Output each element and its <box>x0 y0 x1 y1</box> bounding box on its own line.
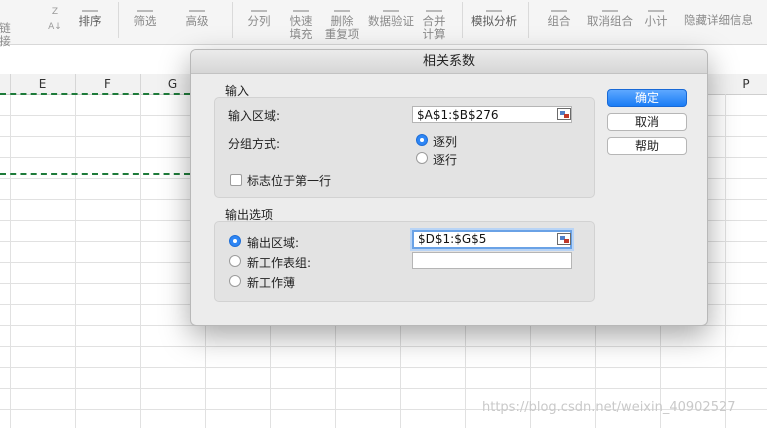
row-gridline <box>0 388 767 389</box>
cancel-button[interactable]: 取消 <box>607 113 687 131</box>
group-icon <box>551 4 567 12</box>
consolidate-button[interactable]: 合并 计算 <box>420 4 448 41</box>
output-range-value: $D$1:$G$5 <box>418 232 487 246</box>
column-gridline <box>725 94 726 428</box>
selection-marquee-top <box>0 93 190 95</box>
consolidate-label: 合并 计算 <box>422 14 446 41</box>
group-label: 组合 <box>547 14 571 28</box>
output-range-field[interactable]: $D$1:$G$5 <box>412 230 572 249</box>
what-if-analysis-button[interactable]: 模拟分析 <box>470 4 518 28</box>
column-header-label: F <box>104 77 111 91</box>
input-range-field[interactable]: $A$1:$B$276 <box>412 106 572 123</box>
subtotal-icon <box>648 4 664 12</box>
output-range-radio[interactable] <box>229 235 241 247</box>
filter-icon <box>137 4 153 12</box>
column-header-label: G <box>167 77 178 91</box>
new-sheet-label[interactable]: 新工作表组: <box>247 254 311 271</box>
by-column-label[interactable]: 逐列 <box>433 133 457 150</box>
range-picker-icon[interactable] <box>557 108 571 120</box>
data-validation-icon <box>383 4 399 12</box>
by-column-radio[interactable] <box>416 134 428 146</box>
data-validation-button[interactable]: 数据验证 <box>366 4 416 28</box>
labels-first-row-label[interactable]: 标志位于第一行 <box>247 172 331 189</box>
column-header-e[interactable]: E <box>10 74 76 94</box>
ribbon-divider <box>462 2 463 38</box>
column-header-p[interactable]: P <box>725 74 767 94</box>
new-workbook-label[interactable]: 新工作薄 <box>247 274 295 291</box>
ribbon-divider <box>118 2 119 38</box>
column-header-label: E <box>38 77 47 91</box>
input-range-label: 输入区域: <box>228 109 281 123</box>
sort-az-icon[interactable]: Z A↓ <box>44 4 66 34</box>
text-to-columns-button[interactable]: 分列 <box>242 4 276 28</box>
column-gridline <box>10 94 11 428</box>
filter-label: 筛选 <box>133 14 157 28</box>
consolidate-icon <box>426 4 442 12</box>
column-gridline <box>140 94 141 428</box>
advanced-filter-button[interactable]: 高级 <box>172 4 222 28</box>
grouping-label: 分组方式: <box>228 137 281 151</box>
column-header-f[interactable]: F <box>75 74 141 94</box>
text-to-columns-icon <box>251 4 267 12</box>
group-button[interactable]: 组合 <box>542 4 576 28</box>
ungroup-icon <box>602 4 618 12</box>
by-row-radio[interactable] <box>416 152 428 164</box>
ribbon-toolbar: 链接 Z A↓ 排序 筛选 高级 分列 快速 填充 删除 重复项 数据验证 合并 … <box>0 0 767 48</box>
input-range-value: $A$1:$B$276 <box>417 108 499 122</box>
ribbon-divider <box>232 2 233 38</box>
ok-button[interactable]: 确定 <box>607 89 687 107</box>
row-gridline <box>0 367 767 368</box>
advanced-filter-icon <box>189 4 205 12</box>
remove-duplicates-button[interactable]: 删除 重复项 <box>322 4 362 41</box>
advanced-filter-label: 高级 <box>185 14 209 28</box>
column-gridline <box>75 94 76 428</box>
subtotal-label: 小计 <box>644 14 668 28</box>
output-range-label[interactable]: 输出区域: <box>247 234 299 251</box>
column-header-label: P <box>742 77 750 91</box>
text-to-columns-label: 分列 <box>247 14 271 28</box>
new-sheet-field[interactable] <box>412 252 572 269</box>
flash-fill-label: 快速 填充 <box>289 14 313 41</box>
sort-icon <box>82 4 98 12</box>
flash-fill-button[interactable]: 快速 填充 <box>284 4 318 41</box>
correlation-dialog: 相关系数 输入 输入区域: $A$1:$B$276 分组方式: 逐列 逐行 标志… <box>190 49 708 326</box>
remove-duplicates-label: 删除 重复项 <box>324 14 360 41</box>
data-validation-label: 数据验证 <box>368 14 414 28</box>
remove-duplicates-icon <box>334 4 350 12</box>
hide-detail-label: 隐藏详细信息 <box>684 14 753 27</box>
dialog-title: 相关系数 <box>191 50 707 74</box>
hide-detail-button[interactable]: 隐藏详细信息 <box>684 14 767 27</box>
selection-marquee-bottom <box>0 173 190 175</box>
what-if-analysis-icon <box>486 4 502 12</box>
ungroup-label: 取消组合 <box>587 14 633 28</box>
flash-fill-icon <box>293 4 309 12</box>
ungroup-button[interactable]: 取消组合 <box>586 4 634 28</box>
watermark-text: https://blog.csdn.net/weixin_40902527 <box>482 400 736 415</box>
help-button[interactable]: 帮助 <box>607 137 687 155</box>
row-gridline <box>0 346 767 347</box>
sort-label: 排序 <box>78 14 102 28</box>
new-workbook-radio[interactable] <box>229 275 241 287</box>
range-picker-icon[interactable] <box>557 233 571 245</box>
subtotal-button[interactable]: 小计 <box>642 4 670 28</box>
sort-button[interactable]: 排序 <box>74 4 106 28</box>
by-row-label[interactable]: 逐行 <box>433 151 457 168</box>
labels-first-row-checkbox[interactable] <box>230 174 242 186</box>
what-if-analysis-label: 模拟分析 <box>471 14 517 28</box>
new-sheet-radio[interactable] <box>229 255 241 267</box>
filter-button[interactable]: 筛选 <box>128 4 162 28</box>
ribbon-divider <box>528 2 529 38</box>
